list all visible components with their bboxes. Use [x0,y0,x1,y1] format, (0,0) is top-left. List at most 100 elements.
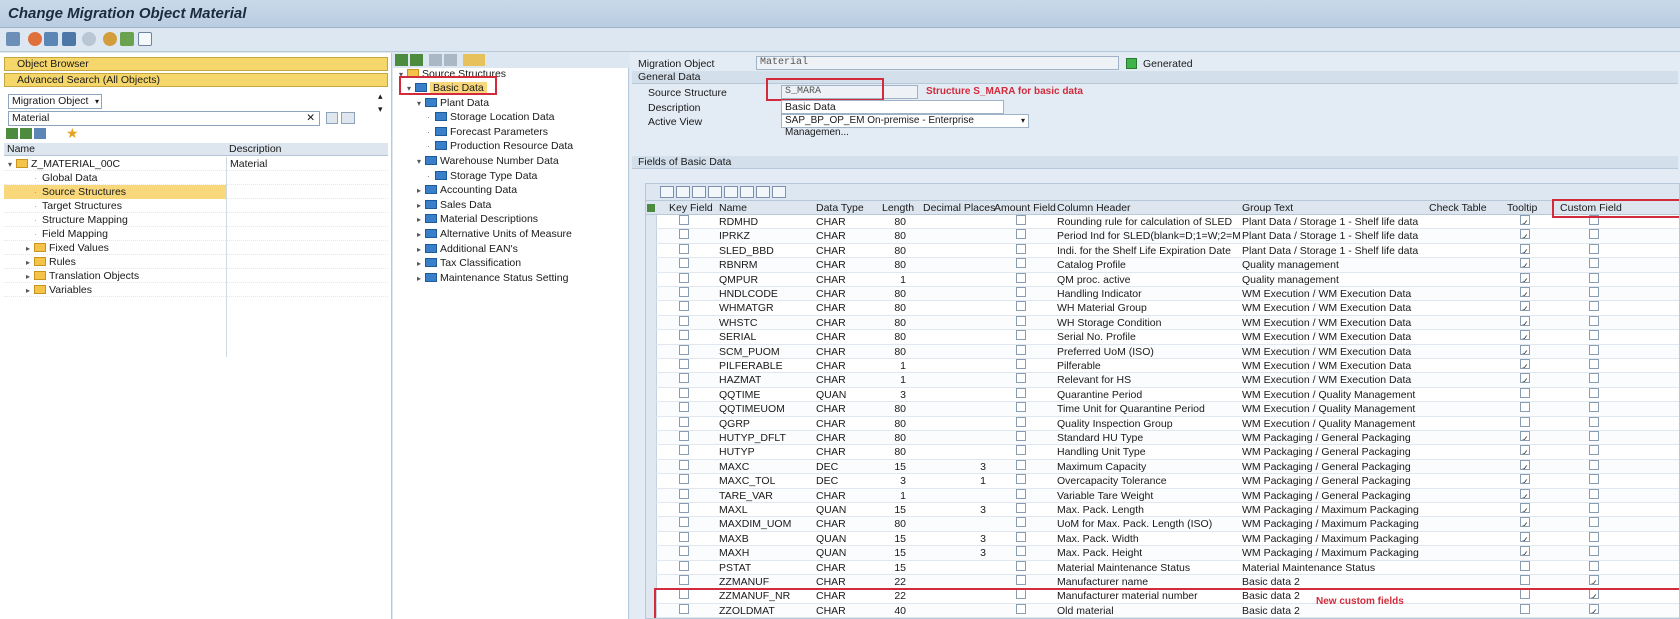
tree-item[interactable]: ▸ Variables [4,283,388,297]
tooltip-checkbox[interactable] [1520,416,1530,427]
table-row[interactable]: MAXC_TOL DEC 3 1 Overcapacity Tolerance WM Pa… [646,474,1679,489]
custom-field-checkbox[interactable] [1589,531,1599,542]
tooltip-checkbox[interactable] [1520,560,1530,571]
key-field-checkbox[interactable] [679,258,689,269]
tree-node[interactable]: ▸ Accounting Data [417,183,517,197]
amount-field-checkbox[interactable] [1016,373,1026,384]
insert-row-icon[interactable] [708,186,722,198]
favorite-icon[interactable]: ★ [66,125,79,142]
clear-icon[interactable]: ✕ [306,112,315,125]
amount-field-checkbox[interactable] [1016,560,1026,571]
custom-field-checkbox[interactable] [1589,560,1599,571]
move-down-icon[interactable] [756,186,770,198]
tooltip-checkbox[interactable]: ✓ [1520,546,1530,557]
tree-item[interactable]: · Field Mapping [4,227,388,241]
amount-field-checkbox[interactable] [1016,359,1026,369]
row-selector[interactable] [646,459,657,474]
key-field-checkbox[interactable] [679,416,689,427]
key-field-checkbox[interactable] [679,575,689,585]
amount-field-checkbox[interactable] [1016,416,1026,427]
custom-field-checkbox[interactable] [1589,459,1599,470]
amount-field-checkbox[interactable] [1016,258,1026,269]
table-row[interactable]: SLED_BBD CHAR 80 Indi. for the Shelf Life E… [646,243,1679,259]
custom-field-checkbox[interactable] [1589,517,1599,528]
tree-layout-icon[interactable] [34,128,46,139]
key-field-checkbox[interactable] [679,474,689,485]
layout-icon[interactable] [772,186,786,198]
amount-field-checkbox[interactable] [1016,229,1026,240]
amount-field-checkbox[interactable] [1016,546,1026,557]
key-field-checkbox[interactable] [679,445,689,456]
tree-item[interactable]: ▸ Fixed Values [4,241,388,255]
tree-item[interactable]: · Structure Mapping [4,213,388,227]
row-selector[interactable] [646,546,657,560]
row-selector[interactable] [646,243,657,258]
row-selector[interactable] [646,445,657,459]
key-field-checkbox[interactable] [679,488,689,499]
expand-arrow-icon[interactable]: ▸ [417,228,425,242]
tree-item[interactable]: ▸ Rules [4,255,388,269]
tooltip-checkbox[interactable]: ✓ [1520,517,1530,528]
tooltip-checkbox[interactable]: ✓ [1520,258,1530,269]
amount-field-checkbox[interactable] [1016,387,1026,398]
tree-node[interactable]: · Storage Location Data [427,110,555,124]
key-field-checkbox[interactable] [679,431,689,441]
search-options-icon[interactable] [326,112,338,124]
target-icon[interactable] [82,32,96,46]
expand-arrow-icon[interactable]: ▸ [417,199,425,213]
tree-item[interactable]: · Target Structures [4,199,388,213]
select-all-icon[interactable] [660,186,674,198]
custom-field-checkbox[interactable] [1589,431,1599,441]
amount-field-checkbox[interactable] [1016,431,1026,441]
tree-item[interactable]: ▾ Z_MATERIAL_00C Material [4,157,388,171]
key-field-checkbox[interactable] [679,315,689,326]
tools-icon[interactable] [6,32,20,46]
column-check-table[interactable]: Check Table [1429,201,1487,215]
tree-collapse-icon[interactable] [20,128,32,139]
tree-node[interactable]: · Production Resource Data [427,139,573,153]
custom-field-checkbox[interactable] [1589,402,1599,413]
column-length[interactable]: Length [882,201,914,215]
row-selector[interactable] [646,229,657,243]
tooltip-checkbox[interactable] [1520,387,1530,398]
tooltip-checkbox[interactable]: ✓ [1520,330,1530,341]
table-row[interactable]: PSTAT CHAR 15 Material Maintenance Status Ma… [646,560,1679,575]
tree-node[interactable]: ▸ Sales Data [417,198,491,212]
column-column-header[interactable]: Column Header [1057,201,1131,215]
custom-field-checkbox[interactable] [1589,243,1599,254]
custom-field-checkbox[interactable] [1589,416,1599,427]
custom-field-checkbox[interactable]: ✓ [1589,575,1599,585]
key-field-checkbox[interactable] [679,229,689,240]
tree-item[interactable]: · Source Structures [4,185,388,199]
key-field-checkbox[interactable] [679,402,689,413]
custom-field-checkbox[interactable] [1589,546,1599,557]
tooltip-checkbox[interactable]: ✓ [1520,359,1530,369]
column-decimal-places[interactable]: Decimal Places [923,201,995,215]
delete-structure-icon[interactable] [444,54,457,66]
expand-arrow-icon[interactable]: ▸ [26,242,34,256]
amount-field-checkbox[interactable] [1016,488,1026,499]
custom-field-checkbox[interactable] [1589,503,1599,513]
custom-field-checkbox[interactable] [1589,301,1599,312]
collapse-all-icon[interactable] [410,54,423,66]
column-amount-field[interactable]: Amount Field [994,201,1056,215]
tooltip-checkbox[interactable]: ✓ [1520,344,1530,355]
tooltip-checkbox[interactable]: ✓ [1520,474,1530,485]
tree-node[interactable]: ▸ Maintenance Status Setting [417,271,568,285]
new-row-icon[interactable] [676,186,690,198]
amount-field-checkbox[interactable] [1016,531,1026,542]
key-field-checkbox[interactable] [679,560,689,571]
tooltip-checkbox[interactable]: ✓ [1520,445,1530,456]
table-row[interactable]: SERIAL CHAR 80 Serial No. Profile WM Executi… [646,330,1679,345]
key-field-checkbox[interactable] [679,344,689,355]
expand-arrow-icon[interactable]: ▾ [417,155,425,169]
custom-field-checkbox[interactable] [1589,488,1599,499]
expand-arrow-icon[interactable]: ▸ [417,213,425,227]
amount-field-checkbox[interactable] [1016,575,1026,585]
amount-field-checkbox[interactable] [1016,215,1026,225]
tree-node[interactable]: ▾ Plant Data [417,96,489,110]
expand-arrow-icon[interactable]: ▸ [26,284,34,298]
column-name[interactable]: Name [719,201,747,215]
tree-item[interactable]: · Global Data [4,171,388,185]
row-selector[interactable] [646,488,657,502]
